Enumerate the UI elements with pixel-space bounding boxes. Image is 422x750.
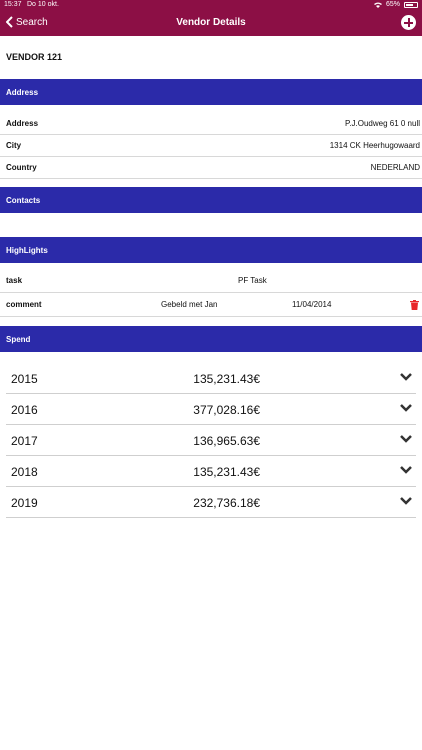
- navigation-bar: Search Vendor Details: [0, 12, 422, 36]
- spend-amount: 232,736.18€: [193, 496, 260, 510]
- spend-row-2018[interactable]: 2018 135,231.43€: [6, 456, 416, 487]
- status-bar: 15:37 Do 10 okt. 65%: [0, 0, 422, 12]
- task-row: task PF Task: [0, 268, 422, 293]
- chevron-down-icon[interactable]: [400, 466, 412, 474]
- chevron-down-icon[interactable]: [400, 497, 412, 505]
- spend-year: 2019: [11, 496, 38, 510]
- spend-amount: 136,965.63€: [193, 434, 260, 448]
- comment-text: Gebeld met Jan: [161, 300, 218, 309]
- spend-year: 2016: [11, 403, 38, 417]
- city-key: City: [6, 141, 22, 150]
- add-icon[interactable]: [401, 15, 416, 30]
- spend-amount: 377,028.16€: [193, 403, 260, 417]
- battery-icon: [404, 1, 418, 8]
- vendor-name: VENDOR 121: [6, 52, 63, 62]
- chevron-down-icon[interactable]: [400, 435, 412, 443]
- spend-section-header: Spend: [0, 326, 422, 352]
- status-date: Do 10 okt.: [27, 1, 59, 8]
- chevron-down-icon[interactable]: [400, 373, 412, 381]
- country-value: NEDERLAND: [370, 163, 420, 172]
- spend-row-2016[interactable]: 2016 377,028.16€: [6, 394, 416, 425]
- task-key: task: [6, 276, 23, 285]
- city-value: 1314 CK Heerhugowaard: [329, 141, 420, 150]
- spend-year: 2018: [11, 465, 38, 479]
- spend-year: 2015: [11, 372, 38, 386]
- country-key: Country: [6, 163, 37, 172]
- address-value: P.J.Oudweg 61 0 null: [344, 119, 420, 128]
- comment-key: comment: [6, 300, 42, 309]
- spend-row-2015[interactable]: 2015 135,231.43€: [6, 363, 416, 394]
- status-right: 65%: [373, 1, 418, 8]
- chevron-down-icon[interactable]: [400, 404, 412, 412]
- page-title: Vendor Details: [176, 17, 246, 28]
- wifi-icon: [373, 2, 382, 8]
- battery-percent: 65%: [385, 1, 400, 8]
- country-row: Country NEDERLAND: [0, 157, 422, 179]
- task-value: PF Task: [238, 276, 267, 285]
- spend-row-2019[interactable]: 2019 232,736.18€: [6, 487, 416, 518]
- trash-icon[interactable]: [410, 300, 419, 310]
- address-key: Address: [6, 119, 39, 128]
- contacts-section-header: Contacts: [0, 187, 422, 213]
- spend-row-2017[interactable]: 2017 136,965.63€: [6, 425, 416, 456]
- address-section-header: Address: [0, 79, 422, 105]
- spend-year: 2017: [11, 434, 38, 448]
- highlights-section-header: HighLights: [0, 237, 422, 263]
- status-time: 15:37: [4, 1, 22, 8]
- address-row: Address P.J.Oudweg 61 0 null: [0, 113, 422, 135]
- spend-amount: 135,231.43€: [193, 372, 260, 386]
- comment-row: comment Gebeld met Jan 11/04/2014: [0, 292, 422, 317]
- city-row: City 1314 CK Heerhugowaard: [0, 135, 422, 157]
- spend-amount: 135,231.43€: [193, 465, 260, 479]
- comment-date: 11/04/2014: [292, 300, 332, 309]
